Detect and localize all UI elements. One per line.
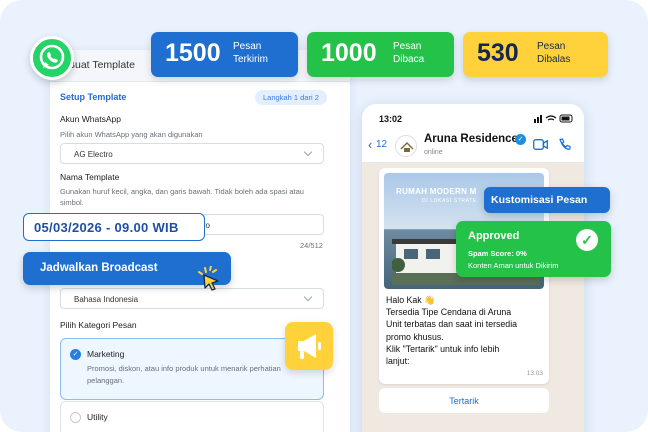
stat-read: 1000 Pesan Dibaca [307, 32, 454, 77]
verified-icon: ✓ [515, 134, 526, 145]
customize-message-badge: Kustomisasi Pesan [484, 187, 610, 213]
approval-title: Approved [468, 230, 520, 242]
back-count: 12 [376, 139, 388, 150]
name-label: Nama Template [60, 172, 120, 182]
marketing-visual: Buat Template Setup Template Langkah 1 d… [0, 0, 648, 432]
stat-value: 1000 [321, 39, 377, 67]
contact-name: Aruna Residence [424, 133, 518, 145]
banner-title: RUMAH MODERN M [396, 187, 477, 196]
language-value: Bahasa Indonesia [74, 295, 139, 304]
chevron-down-icon [303, 147, 313, 157]
status-icons [534, 114, 573, 123]
category-label: Pilih Kategori Pesan [60, 320, 137, 330]
category-option-utility[interactable]: Utility [60, 401, 324, 432]
chat-header: ‹ 12 Aruna Residence ✓ online [362, 130, 584, 163]
spam-score: Spam Score: 0% [468, 249, 527, 258]
radio-checked-icon: ✓ [70, 349, 81, 360]
account-value: AG Electro [74, 150, 113, 159]
language-select[interactable]: Bahasa Indonesia [60, 288, 324, 309]
contact-status: online [424, 149, 443, 156]
cursor-icon [197, 265, 221, 297]
stat-value: 530 [477, 39, 519, 67]
whatsapp-icon [30, 36, 74, 80]
phone-icon[interactable] [558, 138, 571, 151]
approval-card: Approved ✓ Spam Score: 0% Konten Aman un… [456, 221, 611, 277]
schedule-datetime: 05/03/2026 - 09.00 WIB [23, 213, 205, 241]
category-name: Utility [87, 412, 108, 422]
category-desc: Promosi, diskon, atau info produk untuk … [87, 364, 281, 385]
tertarik-button[interactable]: Tertarik [379, 388, 549, 413]
account-label: Akun WhatsApp [60, 114, 121, 124]
account-select[interactable]: AG Electro [60, 143, 324, 164]
megaphone-icon [285, 322, 333, 370]
stat-value: 1500 [165, 39, 221, 67]
stat-label: Pesan Terkirim [233, 41, 268, 65]
name-char-counter: 24/512 [300, 241, 323, 250]
back-arrow-icon[interactable]: ‹ [368, 137, 372, 152]
message-time: 13:03 [526, 370, 543, 377]
status-time: 13:02 [379, 114, 403, 124]
setup-title: Setup Template [60, 92, 127, 102]
message-text: Halo Kak 👋 Tersedia Tipe Cendana di Arun… [386, 295, 518, 367]
template-form-panel: Buat Template Setup Template Langkah 1 d… [50, 50, 350, 432]
category-name: Marketing [87, 349, 125, 359]
content-safe-text: Konten Aman untuk Dikirim [468, 261, 559, 270]
check-icon: ✓ [576, 229, 598, 251]
avatar [395, 135, 417, 157]
name-help: Gunakan huruf kecil, angka, dan garis ba… [60, 187, 304, 207]
banner-subtitle: DI LOKASI STRATE [422, 198, 477, 204]
stat-label: Pesan Dibaca [393, 41, 425, 65]
chevron-down-icon [303, 292, 313, 302]
video-call-icon[interactable] [533, 139, 548, 150]
account-help: Pilih akun WhatsApp yang akan digunakan [60, 130, 203, 139]
step-badge: Langkah 1 dari 2 [255, 90, 327, 105]
stat-replied: 530 Pesan Dibalas [463, 32, 608, 77]
radio-unchecked-icon [70, 412, 81, 423]
stat-label: Pesan Dibalas [537, 41, 571, 65]
stat-sent: 1500 Pesan Terkirim [151, 32, 298, 77]
